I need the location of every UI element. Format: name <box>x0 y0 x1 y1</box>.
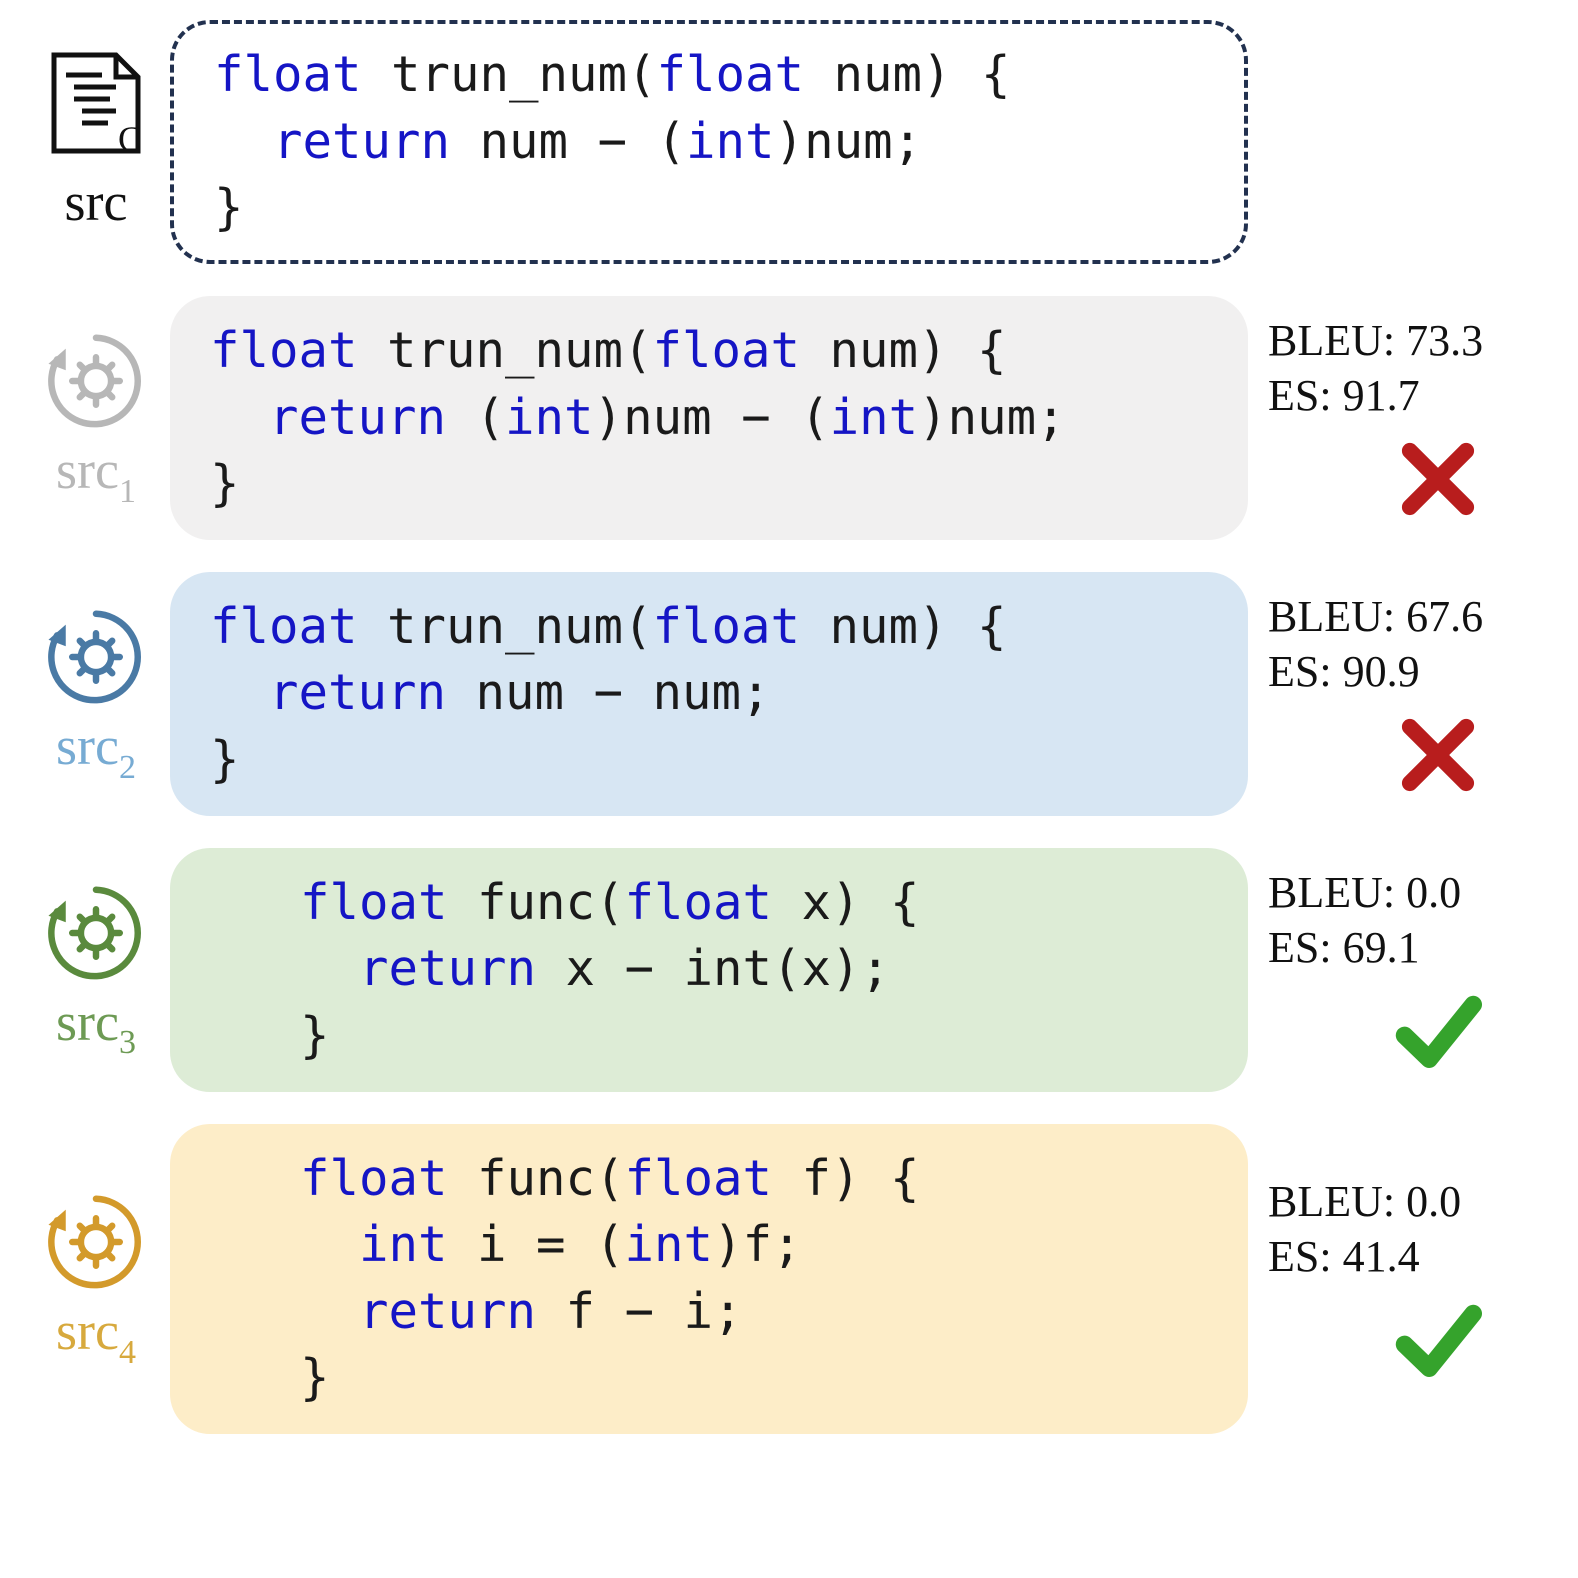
right-col-src3: BLEU: 0.0 ES: 69.1 <box>1248 848 1548 1092</box>
es-src1: ES: 91.7 <box>1268 368 1420 423</box>
check-icon <box>1394 987 1482 1075</box>
left-col-src4: src4 <box>30 1124 170 1435</box>
row-src1: src1 float trun_num(float num) { return … <box>30 296 1548 540</box>
bleu-src4: BLEU: 0.0 <box>1268 1174 1461 1229</box>
code-src2: float trun_num(float num) { return num −… <box>210 594 1208 794</box>
right-col-src2: BLEU: 67.6 ES: 90.9 <box>1248 572 1548 816</box>
left-col-src2: src2 <box>30 572 170 816</box>
svg-text:C: C <box>118 119 142 159</box>
row-src: C src float trun_num(float num) { return… <box>30 20 1548 264</box>
cycle-gear-icon <box>42 1188 150 1296</box>
diagram-container: C src float trun_num(float num) { return… <box>0 0 1578 1578</box>
bleu-src1: BLEU: 73.3 <box>1268 313 1483 368</box>
code-src3: float func(float x) { return x − int(x);… <box>210 870 1208 1070</box>
src-code: float trun_num(float num) { return num −… <box>214 42 1204 242</box>
es-src2: ES: 90.9 <box>1268 644 1420 699</box>
cycle-gear-icon <box>42 603 150 711</box>
right-col-src <box>1248 20 1548 264</box>
check-icon <box>1394 1296 1482 1384</box>
label-src2: src2 <box>56 715 136 785</box>
left-col-src3: src3 <box>30 848 170 1092</box>
right-col-src4: BLEU: 0.0 ES: 41.4 <box>1248 1124 1548 1435</box>
right-col-src1: BLEU: 73.3 ES: 91.7 <box>1248 296 1548 540</box>
cross-icon <box>1394 435 1482 523</box>
label-src3: src3 <box>56 991 136 1061</box>
code-box-src3: float func(float x) { return x − int(x);… <box>170 848 1248 1092</box>
code-src1: float trun_num(float num) { return (int)… <box>210 318 1208 518</box>
code-box-src4: float func(float f) { int i = (int)f; re… <box>170 1124 1248 1435</box>
cycle-gear-icon <box>42 327 150 435</box>
cycle-gear-icon <box>42 879 150 987</box>
row-src4: src4 float func(float f) { int i = (int)… <box>30 1124 1548 1435</box>
bleu-src3: BLEU: 0.0 <box>1268 865 1461 920</box>
bleu-src2: BLEU: 67.6 <box>1268 589 1483 644</box>
es-src3: ES: 69.1 <box>1268 920 1420 975</box>
code-src4: float func(float f) { int i = (int)f; re… <box>210 1146 1208 1413</box>
cross-icon <box>1394 711 1482 799</box>
row-src2: src2 float trun_num(float num) { return … <box>30 572 1548 816</box>
label-src: src <box>65 171 128 233</box>
code-box-src1: float trun_num(float num) { return (int)… <box>170 296 1248 540</box>
left-col-src: C src <box>30 20 170 264</box>
left-col-src1: src1 <box>30 296 170 540</box>
label-src1: src1 <box>56 439 136 509</box>
row-src3: src3 float func(float x) { return x − in… <box>30 848 1548 1092</box>
code-document-icon: C <box>46 51 146 159</box>
label-src4: src4 <box>56 1300 136 1370</box>
es-src4: ES: 41.4 <box>1268 1229 1420 1284</box>
code-box-src2: float trun_num(float num) { return num −… <box>170 572 1248 816</box>
src-code-box: float trun_num(float num) { return num −… <box>170 20 1248 264</box>
